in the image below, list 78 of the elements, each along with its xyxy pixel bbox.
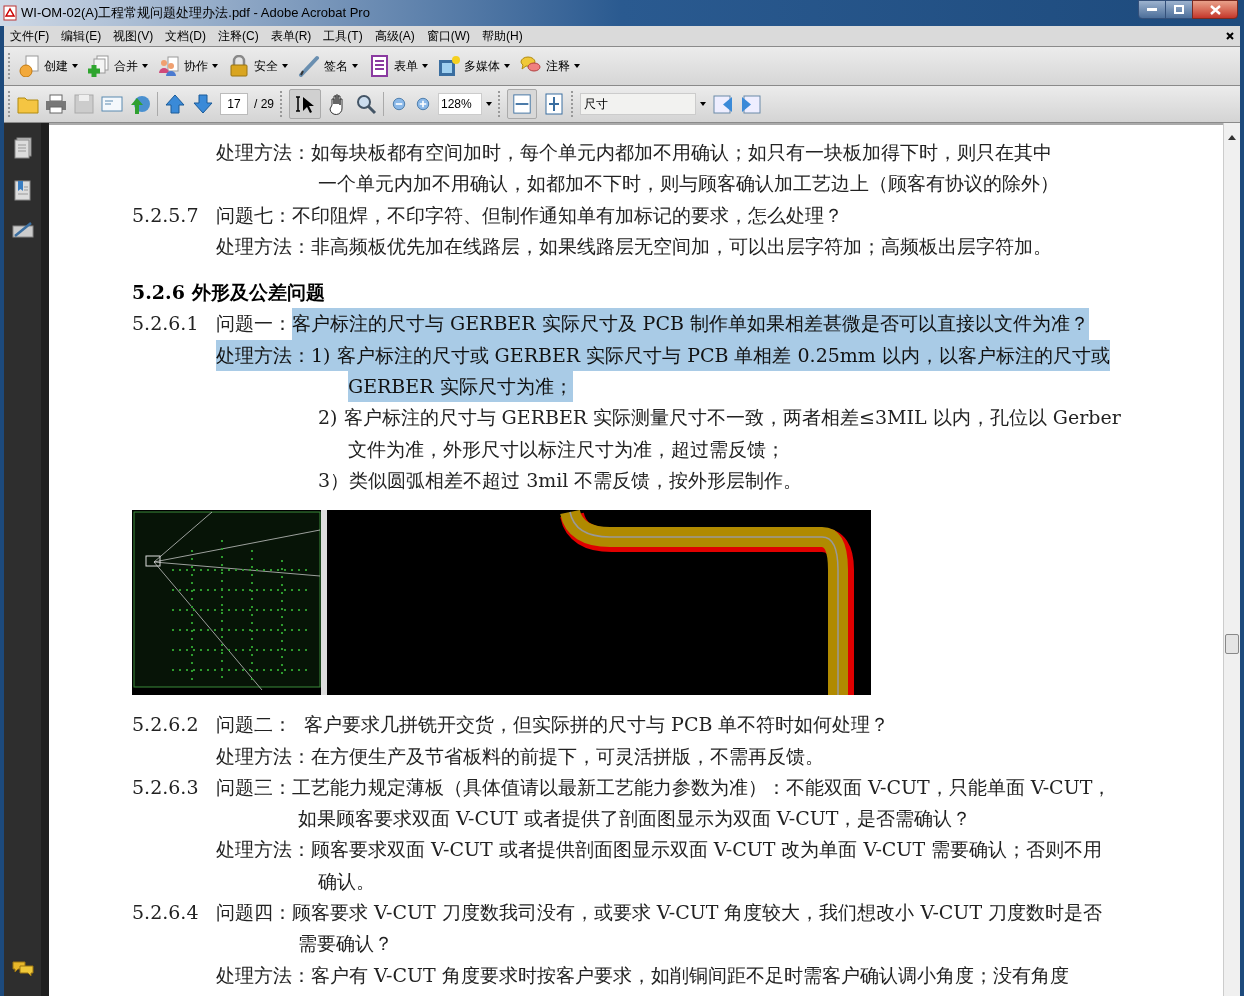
item-number: 5.2.6.1 [132, 311, 200, 337]
menu-item[interactable]: 帮助(H) [476, 27, 529, 45]
question-label: 问题四： [216, 900, 292, 926]
maximize-icon [1174, 5, 1184, 14]
page-number-field[interactable]: 17 [220, 93, 248, 115]
section-heading: 5.2.6 外形及公差问题 [132, 280, 326, 306]
toolbar-secure-button[interactable]: 安全 [225, 51, 291, 81]
toolbar-sign-button[interactable]: 签名 [295, 51, 361, 81]
minimize-icon [1147, 7, 1157, 12]
item-number: 5.2.5.7 [132, 202, 200, 228]
caret-icon [212, 64, 218, 68]
menu-item[interactable]: 工具(T) [317, 27, 369, 45]
zoom-field[interactable]: 128% [438, 93, 482, 115]
documents-plus-icon [88, 55, 110, 77]
scrollbar-thumb[interactable] [1225, 634, 1239, 654]
fit-page-icon[interactable] [543, 93, 565, 115]
find-field[interactable]: 尺寸 [580, 93, 696, 115]
question-label: 问题七： [216, 202, 292, 228]
minimize-button[interactable] [1138, 0, 1166, 19]
padlock-icon [228, 55, 250, 77]
find-previous-icon[interactable] [712, 93, 734, 115]
bookmarks-icon[interactable] [13, 179, 32, 201]
list-item-text: GERBER 实际尺寸为准； [348, 371, 573, 403]
item-number: 5.2.6.2 [132, 712, 200, 738]
menu-item[interactable]: 注释(C) [212, 27, 265, 45]
menu-item[interactable]: 文档(D) [159, 27, 212, 45]
menu-item[interactable]: 视图(V) [107, 27, 160, 45]
down-arrow-icon[interactable] [192, 93, 214, 115]
find-next-icon[interactable] [740, 93, 762, 115]
caret-icon [574, 64, 580, 68]
menu-item[interactable]: 文件(F) [4, 27, 56, 45]
toolbar-create-button[interactable]: 创建 [15, 51, 81, 81]
question-text: 客户标注的尺寸与 GERBER 实际尺寸及 PCB 制作单如果相差甚微是否可以直接以文件为准？ [292, 308, 1089, 340]
zoom-marquee-icon[interactable] [355, 93, 377, 115]
caret-icon [504, 64, 510, 68]
caret-icon [72, 64, 78, 68]
fit-width-button[interactable] [507, 89, 537, 119]
signature-pen-icon[interactable] [11, 221, 34, 239]
caret-icon[interactable] [700, 102, 706, 106]
toolbar-form-button[interactable]: 表单 [365, 51, 431, 81]
item-number: 5.2.6.3 [132, 774, 200, 800]
toolbar-merge-button[interactable]: 合并 [85, 51, 151, 81]
caret-icon [142, 64, 148, 68]
menu-item[interactable]: 编辑(E) [55, 27, 108, 45]
page-count: / 29 [254, 96, 274, 113]
maximize-button[interactable] [1166, 0, 1192, 19]
menu-item[interactable]: 表单(R) [264, 27, 318, 45]
fit-width-icon [512, 94, 532, 114]
close-icon [1209, 4, 1221, 15]
pages-icon[interactable] [13, 137, 32, 159]
form-document-icon [368, 55, 390, 77]
toolbar-collab-button[interactable]: 协作 [155, 51, 221, 81]
question-label: 问题一： [216, 311, 292, 337]
item-number: 5.2.6.4 [132, 900, 200, 926]
close-button[interactable] [1192, 0, 1238, 19]
pen-icon [298, 55, 320, 77]
toolbar-media-button[interactable]: 多媒体 [435, 51, 513, 81]
cursor-icon [295, 94, 315, 114]
scroll-up-arrow-icon[interactable] [1228, 135, 1236, 140]
up-arrow-icon[interactable] [164, 93, 186, 115]
caret-icon [422, 64, 428, 68]
select-tool-button[interactable] [289, 89, 321, 119]
close-document-icon[interactable] [1226, 32, 1234, 40]
pdf-file-icon [3, 5, 17, 21]
answer-text: 处理方法：1) 客户标注的尺寸或 GERBER 实际尺寸与 PCB 单相差 0.25mm 以内，以客户标注的尺寸或 [216, 339, 1110, 372]
caret-icon [352, 64, 358, 68]
globe-upload-icon[interactable] [129, 93, 151, 115]
comments-icon[interactable] [11, 960, 34, 978]
menu-item[interactable]: 高级(A) [368, 27, 421, 45]
people-icon [158, 55, 180, 77]
window-title: WI-OM-02(A)工程常规问题处理办法.pdf - Adobe Acrobat Pro [21, 4, 370, 23]
printer-icon[interactable] [45, 93, 67, 115]
caret-icon[interactable] [486, 102, 492, 106]
question-label: 问题二： [216, 712, 292, 738]
caret-icon [282, 64, 288, 68]
menu-item[interactable]: 窗口(W) [420, 27, 476, 45]
toolbar-comment-button[interactable]: 注释 [517, 51, 583, 81]
question-label: 问题三： [216, 774, 292, 800]
